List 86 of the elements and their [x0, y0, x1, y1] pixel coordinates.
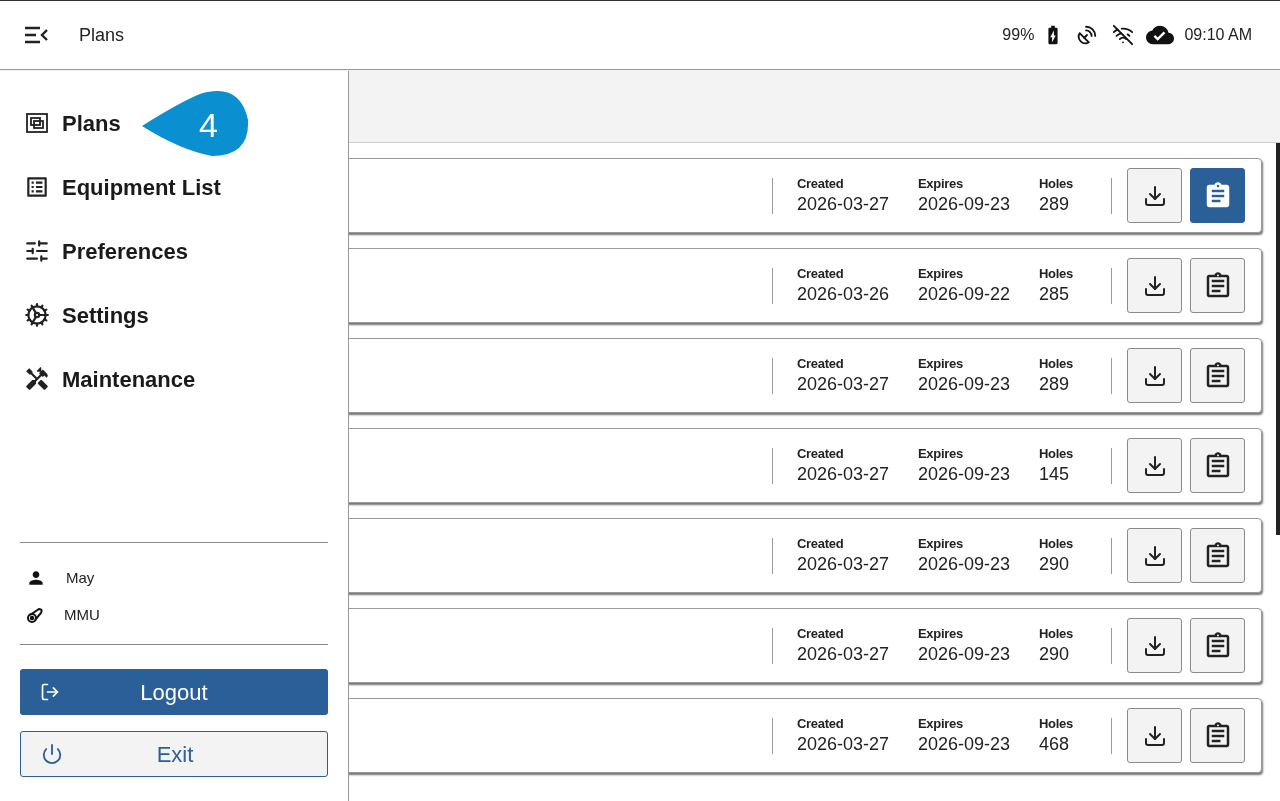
scrollbar-thumb[interactable]: [1276, 143, 1280, 535]
column-value: 2026-03-27: [797, 372, 891, 396]
logout-button[interactable]: Logout: [20, 669, 328, 715]
download-button[interactable]: [1127, 258, 1182, 313]
column-label: Holes: [1039, 715, 1074, 732]
column-label: Holes: [1039, 535, 1074, 552]
column-label: Expires: [918, 355, 964, 372]
column-value: 145: [1039, 462, 1071, 486]
column-label: Holes: [1039, 265, 1074, 282]
column-value: 2026-03-27: [797, 552, 891, 576]
settings-icon: [24, 302, 50, 328]
download-icon: [1142, 363, 1167, 388]
drawer-item[interactable]: Plans: [20, 95, 125, 151]
column-value: 2026-03-26: [797, 282, 891, 306]
column-value: 285: [1039, 282, 1071, 306]
power-icon: [41, 743, 63, 765]
download-icon: [1142, 453, 1167, 478]
exit-button[interactable]: Exit: [20, 731, 328, 777]
download-button[interactable]: [1127, 708, 1182, 763]
column-value: 2026-03-27: [797, 192, 891, 216]
column-label: Created: [797, 625, 845, 642]
column-value: 290: [1039, 552, 1071, 576]
column-value: 468: [1039, 732, 1071, 756]
drawer-item[interactable]: Settings: [20, 287, 153, 343]
column-value: 289: [1039, 372, 1071, 396]
column-value: 2026-03-27: [797, 732, 891, 756]
column-label: Expires: [918, 175, 964, 192]
column-label: Holes: [1039, 355, 1074, 372]
clipboard-button[interactable]: [1190, 258, 1245, 313]
column-value: 290: [1039, 642, 1071, 666]
column-value: 2026-09-23: [918, 552, 1012, 576]
clipboard-button[interactable]: [1190, 438, 1245, 493]
column-label: Created: [797, 265, 845, 282]
column-label: Holes: [1039, 445, 1074, 462]
battery-percent: 99%: [1002, 25, 1035, 45]
download-button[interactable]: [1127, 618, 1182, 673]
column-label: Expires: [918, 265, 964, 282]
column-value: 2026-09-22: [918, 282, 1012, 306]
clipboard-button[interactable]: [1190, 348, 1245, 403]
download-button[interactable]: [1127, 168, 1182, 223]
column-value: 2026-09-23: [918, 642, 1012, 666]
clipboard-button[interactable]: [1190, 708, 1245, 763]
column-label: Created: [797, 535, 845, 552]
drill-icon: [26, 605, 44, 624]
satellite-icon: [1076, 24, 1099, 46]
download-button[interactable]: [1127, 348, 1182, 403]
clock: 09:10 AM: [1184, 25, 1252, 45]
clipboard-button[interactable]: [1190, 168, 1245, 223]
logout-icon: [40, 682, 60, 702]
menu-icon[interactable]: [24, 26, 48, 44]
column-value: 289: [1039, 192, 1071, 216]
column-label: Created: [797, 175, 845, 192]
column-value: 2026-03-27: [797, 642, 891, 666]
column-label: Created: [797, 715, 845, 732]
column-label: Holes: [1039, 625, 1074, 642]
wifi-off-icon: [1112, 24, 1135, 46]
clipboard-button[interactable]: [1190, 618, 1245, 673]
column-value: 2026-09-23: [918, 732, 1012, 756]
tools-icon: [24, 365, 50, 393]
column-value: 2026-09-23: [918, 192, 1012, 216]
column-value: 2026-09-23: [918, 462, 1012, 486]
plans-icon: [25, 111, 49, 135]
download-icon: [1142, 633, 1167, 658]
download-icon: [1142, 273, 1167, 298]
column-label: Expires: [918, 535, 964, 552]
download-icon: [1142, 723, 1167, 748]
download-icon: [1142, 543, 1167, 568]
column-label: Created: [797, 445, 845, 462]
sliders-icon: [24, 238, 50, 264]
column-label: Expires: [918, 715, 964, 732]
drawer-item[interactable]: Maintenance: [20, 351, 200, 407]
drawer-item[interactable]: Preferences: [20, 223, 192, 279]
download-icon: [1142, 183, 1167, 208]
column-label: Created: [797, 355, 845, 372]
column-label: Expires: [918, 445, 964, 462]
clipboard-button[interactable]: [1190, 528, 1245, 583]
column-label: Expires: [918, 625, 964, 642]
drawer-item[interactable]: Equipment List: [20, 159, 225, 215]
download-button[interactable]: [1127, 438, 1182, 493]
column-label: Holes: [1039, 175, 1074, 192]
download-button[interactable]: [1127, 528, 1182, 583]
page-title: Plans: [79, 23, 125, 47]
user-name: May: [66, 568, 95, 588]
column-value: 2026-03-27: [797, 462, 891, 486]
column-value: 2026-09-23: [918, 372, 1012, 396]
machine-name: MMU: [64, 604, 100, 625]
